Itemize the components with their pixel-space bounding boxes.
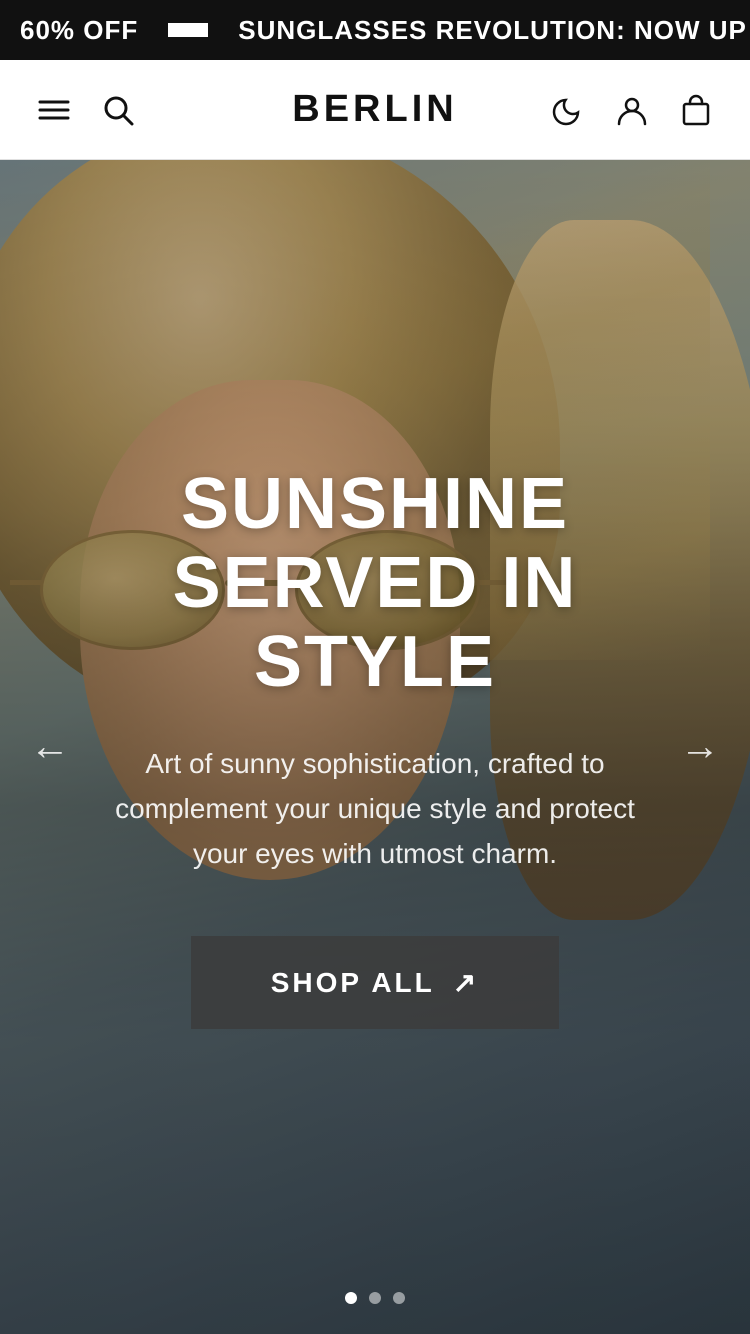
user-icon — [614, 92, 650, 128]
bag-icon — [678, 92, 714, 128]
hero-title: SUNSHINE SERVED IN STYLE — [60, 465, 690, 703]
hero-next-button[interactable]: → — [680, 725, 720, 770]
hero-subtitle: Art of sunny sophistication, crafted to … — [115, 742, 635, 876]
search-icon — [100, 92, 136, 128]
shop-all-button[interactable]: SHOP ALL ↗ — [191, 936, 559, 1029]
cta-arrow-icon: ↗ — [453, 966, 479, 999]
announcement-bar: 60% OFF SUNGLASSES REVOLUTION: NOW UP TO… — [0, 0, 750, 60]
dark-mode-button[interactable] — [550, 92, 586, 128]
header-right — [550, 92, 714, 128]
moon-icon — [550, 92, 586, 128]
header: BERLIN — [0, 60, 750, 160]
hero-section: SUNSHINE SERVED IN STYLE Art of sunny so… — [0, 160, 750, 1334]
cta-label: SHOP ALL — [271, 967, 435, 999]
hero-dots — [345, 1292, 405, 1304]
hamburger-icon — [36, 92, 72, 128]
header-left — [36, 92, 136, 128]
announcement-text: 60% OFF — [0, 15, 158, 46]
account-button[interactable] — [614, 92, 650, 128]
hero-dot-1[interactable] — [345, 1292, 357, 1304]
hero-prev-button[interactable]: ← — [30, 725, 70, 770]
menu-button[interactable] — [36, 92, 72, 128]
search-button[interactable] — [100, 92, 136, 128]
hero-dot-2[interactable] — [369, 1292, 381, 1304]
announcement-text-full: SUNGLASSES REVOLUTION: NOW UP TO 60% OFF — [218, 15, 750, 46]
cart-button[interactable] — [678, 92, 714, 128]
hero-content: SUNSHINE SERVED IN STYLE Art of sunny so… — [0, 160, 750, 1334]
hero-dot-3[interactable] — [393, 1292, 405, 1304]
site-logo[interactable]: BERLIN — [292, 88, 457, 131]
